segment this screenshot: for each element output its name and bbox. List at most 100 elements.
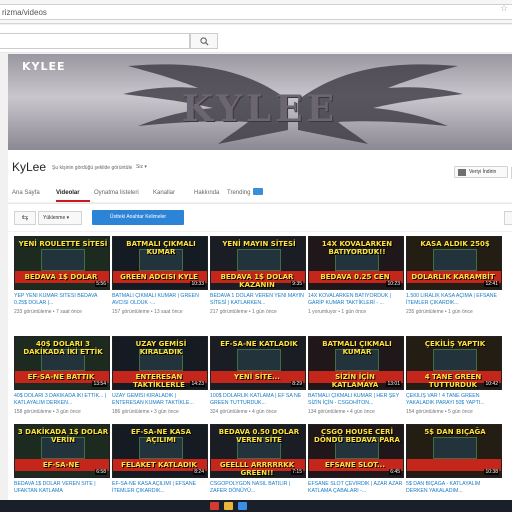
video-card[interactable]: CSGO HOUSE CERİ DÖNDÜ BEDAVA PARA EFSANE … xyxy=(308,424,404,512)
tab-trending[interactable]: Trending xyxy=(227,190,250,196)
video-thumbnail[interactable]: YENİ ROULETTE SİTESİ BEDAVA 1$ DOLAR 5:56 xyxy=(14,236,110,290)
grid-toggle-button[interactable] xyxy=(504,211,512,225)
video-title-link[interactable]: 5$ DAN BIÇAĞA - KATLAYALIM DERKEN YAKALA… xyxy=(406,481,502,495)
video-card[interactable]: BEDAVA 0.50 DOLAR VEREN SİTE GEELLL ARRRR… xyxy=(210,424,306,512)
video-meta: 154 görüntüleme • 5 gün önce xyxy=(406,409,473,415)
thumbnail-caption: BEDAVA 0.25 CEN xyxy=(320,273,390,281)
video-meta: 158 görüntüleme • 3 gün önce xyxy=(14,409,81,415)
video-thumbnail[interactable]: UZAY GEMİSİ KIRALADIK ENTERESAN TAKTİKLER… xyxy=(112,336,208,390)
thumbnail-caption: 4 TANE GREEN TUTTURDUK xyxy=(424,373,482,389)
video-thumbnail[interactable]: KASA ALDIK 250$ DOLARLIK KARAMBİT 12:41 xyxy=(406,236,502,290)
video-thumbnail[interactable]: BATMALI ÇIKMALI KUMAR GREEN ADCISI KYLE 10… xyxy=(112,236,208,290)
thumbnail-title: 5$ DAN BIÇAĞA xyxy=(424,428,486,436)
video-card[interactable]: YENİ MAYIN SİTESİ BEDAVA 1$ DOLAR KAZANIN… xyxy=(210,236,306,324)
video-duration: 8:29 xyxy=(291,381,303,387)
video-card[interactable]: BATMALI ÇIKMALI KUMAR GREEN ADCISI KYLE 10… xyxy=(112,236,208,324)
video-duration: 10:38 xyxy=(484,469,499,475)
thumbnail-caption: BEDAVA 1$ DOLAR KAZANIN xyxy=(220,273,294,289)
folder-taskbar-icon[interactable] xyxy=(224,502,233,510)
video-title-link[interactable]: 100$ DOLARLIK KATLAMA | EF SA NE GREEN T… xyxy=(210,393,306,407)
video-card[interactable]: 14X KOVALARKEN BATIYORDUK!! BEDAVA 0.25 C… xyxy=(308,236,404,324)
video-thumbnail[interactable]: EF-SA-NE KASA AÇILIMI FELAKET KATLADIK 8:2… xyxy=(112,424,208,478)
channel-header: KyLee Şu kişinin gördüğü şekilde görüntü… xyxy=(8,150,512,202)
thumbnail-screen xyxy=(237,349,281,371)
video-title-link[interactable]: BATMALI ÇIKMALI KUMAR | GREEN AVCISI OLD… xyxy=(112,293,208,307)
video-duration: 10:33 xyxy=(190,281,205,287)
bookmark-star-icon[interactable]: ☆ xyxy=(500,3,510,13)
video-title-link[interactable]: 1.500 LİRALIK KASA AÇIMA | EFSANE İTEMLE… xyxy=(406,293,502,307)
video-card[interactable]: UZAY GEMİSİ KIRALADIK ENTERESAN TAKTİKLER… xyxy=(112,336,208,424)
video-thumbnail[interactable]: EF-SA-NE KATLADIK YENİ SİTE... 8:29 xyxy=(210,336,306,390)
video-title-link[interactable]: EF-SA-NE KASA AÇILIMI | EFSANE İTEMLER Ç… xyxy=(112,481,208,495)
sort-select[interactable]: Yüklenme ▾ xyxy=(38,211,82,225)
tab-home[interactable]: Ana Sayfa xyxy=(12,190,40,196)
screen: rizma/videos ☆ KYLEE KYLEE KyLee Şu kişi… xyxy=(0,0,512,512)
search-input[interactable] xyxy=(0,33,190,49)
view-as-select[interactable]: Siz ▾ xyxy=(136,164,147,170)
video-duration: 9:35 xyxy=(291,281,303,287)
thumbnail-caption: GEELLL ARRRRRKK GREEN!! xyxy=(219,461,295,477)
masthead xyxy=(0,25,512,53)
video-title-link[interactable]: BEDAVA 1 DOLAR VEREN YENİ MAYIN SİTESİ |… xyxy=(210,293,306,307)
video-card[interactable]: 3 DAKİKADA 1$ DOLAR VERİN EF-SA-NE 6:58 BED… xyxy=(14,424,110,512)
tab-videos[interactable]: Videolar xyxy=(56,190,80,196)
video-thumbnail[interactable]: 3 DAKİKADA 1$ DOLAR VERİN EF-SA-NE 6:58 xyxy=(14,424,110,478)
video-duration: 5:56 xyxy=(95,281,107,287)
chrome-taskbar-icon[interactable] xyxy=(210,502,219,510)
tab-channels[interactable]: Kanallar xyxy=(153,190,175,196)
video-card[interactable]: EF-SA-NE KASA AÇILIMI FELAKET KATLADIK 8:2… xyxy=(112,424,208,512)
video-thumbnail[interactable]: 40$ DOLARI 3 DAKİKADA İKİ ETTİK EF-SA-NE … xyxy=(14,336,110,390)
video-title-link[interactable]: 14X KOVALARKEN BATIYORDUK | GARİP KUMAR … xyxy=(308,293,404,307)
video-duration: 7:15 xyxy=(291,469,303,475)
video-title-link[interactable]: UZAY GEMİSİ KIRALADIK | ENTERESAN KUMAR … xyxy=(112,393,208,407)
search-button[interactable] xyxy=(190,33,218,49)
video-duration: 6:45 xyxy=(389,469,401,475)
video-meta: 186 görüntüleme • 3 gün önce xyxy=(112,409,179,415)
video-card[interactable]: BATMALI ÇIKMALI KUMAR SİZİN İÇİN KATLAMAY… xyxy=(308,336,404,424)
search-icon xyxy=(200,37,209,46)
thumbnail-title: BEDAVA 0.50 DOLAR VEREN SİTE xyxy=(218,428,300,444)
thumbnail-caption: GREEN ADCISI KYLE xyxy=(120,273,198,281)
thumbnail-title: YENİ ROULETTE SİTESİ xyxy=(18,240,108,248)
thumbnail-caption: YENİ SİTE... xyxy=(234,373,280,381)
address-field[interactable]: rizma/videos xyxy=(0,4,512,20)
steam-taskbar-icon[interactable] xyxy=(238,502,247,510)
video-title-link[interactable]: ÇEKİLİŞ VAR ! 4 TANE GREEN YAKALADIK PAR… xyxy=(406,393,502,407)
video-thumbnail[interactable]: YENİ MAYIN SİTESİ BEDAVA 1$ DOLAR KAZANIN… xyxy=(210,236,306,290)
thumbnail-caption: EFSANE SLOT... xyxy=(325,461,385,469)
video-card[interactable]: KASA ALDIK 250$ DOLARLIK KARAMBİT 12:41 1.5… xyxy=(406,236,502,324)
video-card[interactable]: 5$ DAN BIÇAĞA 10:38 5$ DAN BIÇAĞA - KATLAY… xyxy=(406,424,502,512)
video-title-link[interactable]: 40$ DOLARI 3 DAKİKADA İKİ ETTİK... | KAT… xyxy=(14,393,110,407)
download-data-button[interactable]: Veriyi İndirin ▾ xyxy=(454,166,512,179)
video-card[interactable]: 40$ DOLARI 3 DAKİKADA İKİ ETTİK EF-SA-NE … xyxy=(14,336,110,424)
thumbnail-caption: SİZİN İÇİN KATLAMAYA ÇALIŞTIM xyxy=(331,373,379,389)
thumbnail-screen xyxy=(433,349,477,371)
tab-about[interactable]: Hakkında xyxy=(194,190,219,196)
video-card[interactable]: ÇEKİLİŞ YAPTIK 4 TANE GREEN TUTTURDUK 10:4… xyxy=(406,336,502,424)
video-title-link[interactable]: BATMALI ÇIKMALI KUMAR | HER ŞEY SİZİN İÇ… xyxy=(308,393,404,407)
top-keywords-button[interactable]: Üstteki Anahtar Kelimeler xyxy=(92,210,184,225)
thumbnail-title: 14X KOVALARKEN BATIYORDUK!! xyxy=(321,240,393,256)
video-title-link[interactable]: BEDAVA 1$ DOLAR VEREN SİTE | UFAKTAN KAT… xyxy=(14,481,110,495)
video-meta: 324 görüntüleme • 4 gün önce xyxy=(210,409,277,415)
video-thumbnail[interactable]: 5$ DAN BIÇAĞA 10:38 xyxy=(406,424,502,478)
video-card[interactable]: EF-SA-NE KATLADIK YENİ SİTE... 8:29 100$ DO… xyxy=(210,336,306,424)
video-thumbnail[interactable]: BEDAVA 0.50 DOLAR VEREN SİTE GEELLL ARRRR… xyxy=(210,424,306,478)
video-card[interactable]: YENİ ROULETTE SİTESİ BEDAVA 1$ DOLAR 5:56 Y… xyxy=(14,236,110,324)
thumbnail-title: BATMALI ÇIKMALI KUMAR xyxy=(322,340,392,356)
tab-playlists[interactable]: Oynatma listeleri xyxy=(94,190,139,196)
back-button[interactable]: ⇆ xyxy=(14,211,36,225)
video-thumbnail[interactable]: CSGO HOUSE CERİ DÖNDÜ BEDAVA PARA EFSANE … xyxy=(308,424,404,478)
video-title-link[interactable]: CSGOPOLYGON NASIL BATİLİR | ZAFER DÖNÜYÜ… xyxy=(210,481,306,495)
taskbar xyxy=(0,500,512,512)
thumbnail-screen xyxy=(237,249,281,271)
video-thumbnail[interactable]: ÇEKİLİŞ YAPTIK 4 TANE GREEN TUTTURDUK 10:4… xyxy=(406,336,502,390)
video-thumbnail[interactable]: BATMALI ÇIKMALI KUMAR SİZİN İÇİN KATLAMAY… xyxy=(308,336,404,390)
channel-name: KyLee xyxy=(12,160,47,174)
video-title-link[interactable]: EFSANE SLOT ÇEVİRDİK | AZAR AZAR KATLAMA… xyxy=(308,481,404,495)
video-title-link[interactable]: YEP YENİ KUMAR SİTESİ BEDAVA 0.25$ DOLAR… xyxy=(14,293,110,307)
video-thumbnail[interactable]: 14X KOVALARKEN BATIYORDUK!! BEDAVA 0.25 C… xyxy=(308,236,404,290)
thumbnail-title: 40$ DOLARI 3 DAKİKADA İKİ ETTİK xyxy=(23,340,103,356)
filter-bar: ⇆ Yüklenme ▾ Üstteki Anahtar Kelimeler xyxy=(8,203,512,231)
thumbnail-title: YENİ MAYIN SİTESİ xyxy=(222,240,296,248)
